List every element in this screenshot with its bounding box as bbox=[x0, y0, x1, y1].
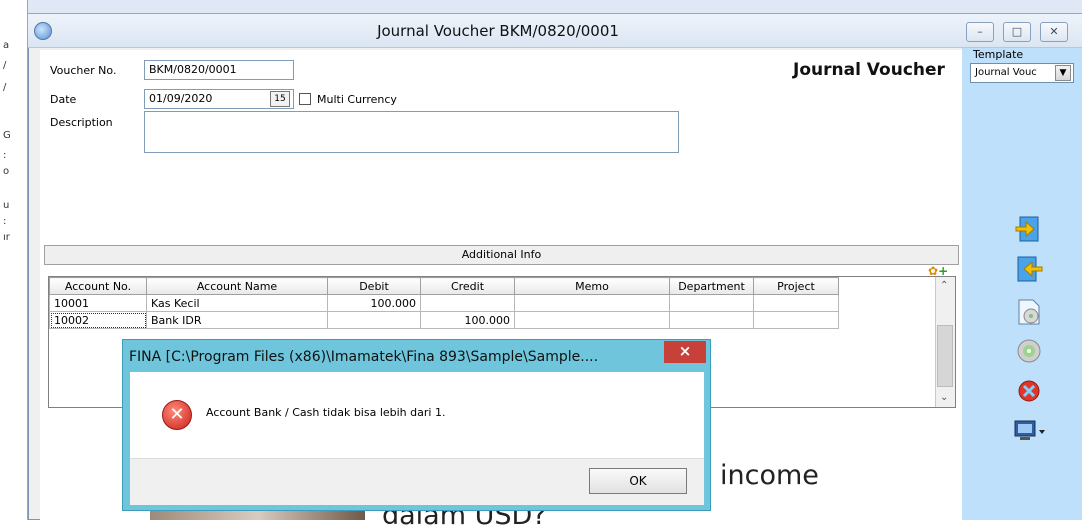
cell-project[interactable] bbox=[753, 311, 839, 329]
multi-currency-checkbox[interactable] bbox=[299, 93, 311, 105]
cell-debit[interactable]: 100.000 bbox=[327, 294, 421, 312]
description-label: Description bbox=[50, 116, 113, 129]
maximize-button[interactable]: □ bbox=[1003, 22, 1031, 42]
column-header[interactable]: Debit bbox=[327, 277, 421, 295]
add-row-icon[interactable]: ✿+ bbox=[928, 264, 954, 278]
window-title: Journal Voucher BKM/0820/0001 bbox=[377, 22, 619, 40]
background-window-topbar bbox=[28, 0, 1082, 14]
right-toolbar-panel bbox=[962, 48, 1082, 520]
scroll-down-icon[interactable]: ⌄ bbox=[940, 392, 948, 403]
cell-account-name[interactable]: Kas Kecil bbox=[146, 294, 328, 312]
preview-icon[interactable] bbox=[1014, 297, 1044, 327]
scroll-up-icon[interactable]: ⌃ bbox=[940, 280, 948, 291]
cell-credit[interactable]: 100.000 bbox=[420, 311, 515, 329]
cell-credit[interactable] bbox=[420, 294, 515, 312]
cell-memo[interactable] bbox=[514, 311, 670, 329]
cell-account-name[interactable]: Bank IDR bbox=[146, 311, 328, 329]
cell-debit[interactable] bbox=[327, 311, 421, 329]
background-slide-text: income bbox=[720, 460, 819, 491]
delete-icon[interactable] bbox=[1014, 376, 1044, 406]
cd-icon[interactable] bbox=[1014, 336, 1044, 366]
error-icon: ✕ bbox=[162, 400, 192, 430]
voucher-no-input[interactable]: BKM/0820/0001 bbox=[144, 60, 294, 80]
description-input[interactable] bbox=[144, 111, 679, 153]
close-button[interactable]: ✕ bbox=[1040, 22, 1068, 42]
form-header-title: Journal Voucher bbox=[793, 60, 945, 80]
column-header[interactable]: Project bbox=[753, 277, 839, 295]
additional-info-bar[interactable]: Additional Info bbox=[44, 245, 959, 265]
import-icon[interactable] bbox=[1014, 214, 1044, 244]
monitor-icon[interactable] bbox=[1012, 418, 1046, 448]
ok-button[interactable]: OK bbox=[589, 468, 687, 494]
date-label: Date bbox=[50, 93, 77, 106]
column-header[interactable]: Credit bbox=[420, 277, 515, 295]
calendar-icon[interactable]: 15 bbox=[270, 91, 290, 107]
voucher-no-label: Voucher No. bbox=[50, 64, 117, 77]
scrollbar-thumb[interactable] bbox=[937, 325, 953, 387]
cell-project[interactable] bbox=[753, 294, 839, 312]
column-header[interactable]: Memo bbox=[514, 277, 670, 295]
chevron-down-icon[interactable]: ▼ bbox=[1055, 65, 1071, 81]
dialog-close-button[interactable]: × bbox=[664, 341, 706, 363]
cell-department[interactable] bbox=[669, 311, 754, 329]
cell-account-no[interactable]: 10002 bbox=[49, 311, 147, 329]
journal-table: Account No. Account Name Debit Credit Me… bbox=[49, 277, 839, 329]
cell-memo[interactable] bbox=[514, 294, 670, 312]
table-row[interactable]: 10002 Bank IDR 100.000 bbox=[49, 311, 839, 329]
background-window-strip: a / / G:o u: ır bbox=[0, 0, 28, 520]
template-label: Template bbox=[973, 48, 1024, 61]
table-row[interactable]: 10001 Kas Kecil 100.000 bbox=[49, 294, 839, 312]
minimize-button[interactable]: – bbox=[966, 22, 994, 42]
cell-department[interactable] bbox=[669, 294, 754, 312]
dialog-title[interactable]: FINA [C:\Program Files (x86)\Imamatek\Fi… bbox=[129, 344, 659, 370]
cell-account-no[interactable]: 10001 bbox=[49, 294, 147, 312]
column-header[interactable]: Department bbox=[669, 277, 754, 295]
dialog-message: Account Bank / Cash tidak bisa lebih dar… bbox=[206, 406, 446, 419]
column-header[interactable]: Account Name bbox=[146, 277, 328, 295]
multi-currency-label: Multi Currency bbox=[317, 93, 397, 106]
export-icon[interactable] bbox=[1014, 254, 1044, 284]
column-header[interactable]: Account No. bbox=[49, 277, 147, 295]
